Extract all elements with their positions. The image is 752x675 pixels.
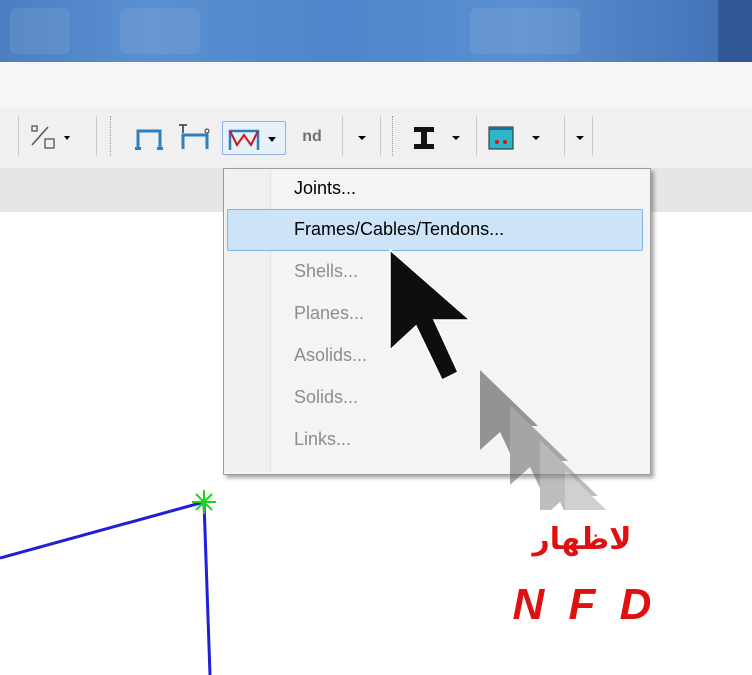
section-button[interactable] bbox=[404, 121, 470, 153]
toolbar-grip bbox=[392, 116, 396, 156]
title-decoration bbox=[470, 8, 580, 54]
toolbar-separator bbox=[476, 116, 477, 156]
display-options-button[interactable] bbox=[484, 121, 556, 153]
frame-release-button[interactable] bbox=[175, 121, 217, 153]
menu-item-solids: Solids... bbox=[294, 387, 359, 407]
column-element[interactable] bbox=[202, 501, 212, 675]
toolbar-grip bbox=[110, 116, 114, 156]
i-beam-icon bbox=[414, 127, 460, 149]
assign-percent-button[interactable] bbox=[26, 121, 76, 153]
menu-bar bbox=[0, 62, 752, 109]
nd-button[interactable]: nd bbox=[288, 121, 336, 153]
toolbar-separator bbox=[592, 116, 593, 156]
menu-item-planes: Planes... bbox=[294, 303, 365, 323]
frame-forces-icon bbox=[228, 129, 276, 150]
annotation-arrow bbox=[389, 248, 607, 510]
menu-item-shells: Shells... bbox=[294, 261, 359, 281]
chevron-down-icon bbox=[576, 136, 584, 140]
annotation-nfd-text: N F D bbox=[512, 580, 658, 629]
display-options-icon bbox=[488, 126, 540, 150]
show-forces-dropdown[interactable] bbox=[222, 121, 286, 155]
frame-button[interactable] bbox=[130, 121, 170, 153]
nd-label: nd bbox=[302, 128, 322, 145]
chevron-down-icon bbox=[358, 136, 366, 140]
percent-icon bbox=[31, 125, 70, 149]
toolbar-separator bbox=[18, 116, 19, 156]
toolbar-overflow-button[interactable] bbox=[570, 121, 590, 153]
joint-marker[interactable] bbox=[192, 490, 216, 514]
frame-model bbox=[0, 490, 216, 675]
menu-item-asolids: Asolids... bbox=[294, 345, 368, 365]
portal-frame-icon bbox=[135, 129, 163, 150]
toolbar-separator bbox=[96, 116, 97, 156]
frame-release-icon bbox=[179, 124, 210, 149]
nd-dropdown-arrow[interactable] bbox=[350, 121, 374, 153]
menu-item-joints[interactable]: Joints... bbox=[294, 171, 356, 205]
toolbar-separator bbox=[564, 116, 565, 156]
cursor-arrow-icon bbox=[389, 248, 472, 382]
annotation-arabic-text: لاظهار bbox=[532, 522, 632, 557]
beam-element[interactable] bbox=[0, 500, 205, 560]
toolbar-separator bbox=[380, 116, 381, 156]
title-decoration bbox=[10, 8, 70, 54]
title-decoration bbox=[120, 8, 200, 54]
title-corner bbox=[718, 0, 752, 62]
toolbar-separator bbox=[342, 116, 343, 156]
menu-item-links: Links... bbox=[294, 429, 352, 449]
title-bar bbox=[0, 0, 752, 62]
